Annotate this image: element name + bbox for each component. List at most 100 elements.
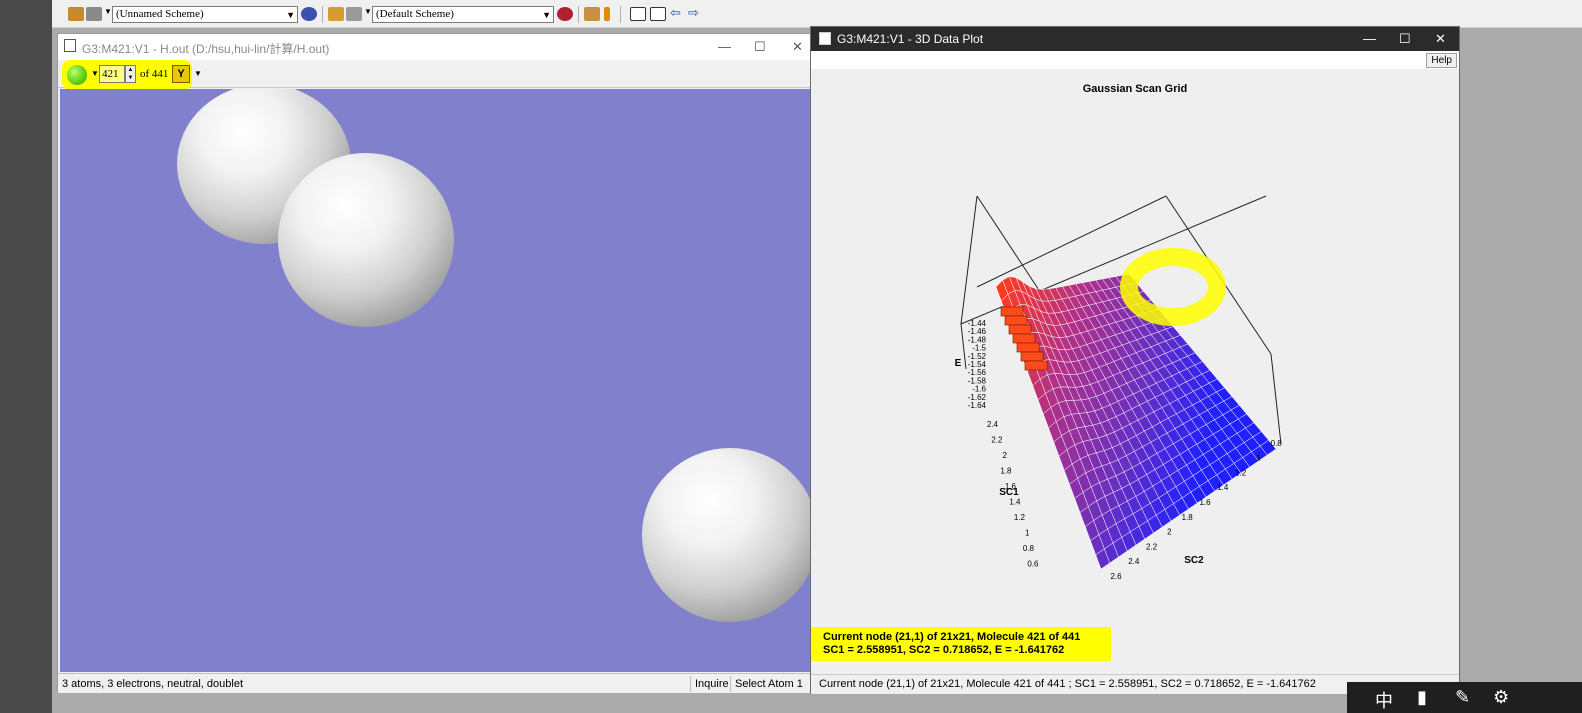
toolbar-divider	[578, 6, 579, 23]
pen-icon[interactable]: ✎	[1455, 687, 1470, 708]
sc1-tick-label: 1.2	[1014, 513, 1026, 522]
plot-box-edge	[960, 195, 978, 325]
maximize-icon[interactable]: ☐	[1399, 31, 1411, 47]
maximize-icon[interactable]: ☐	[754, 39, 766, 55]
chevron-down-icon[interactable]: ▼	[91, 69, 99, 78]
fragment-icon[interactable]	[86, 7, 102, 21]
main-toolbar: ▼ (Unnamed Scheme) ▼ ▼ (Default Scheme) …	[52, 0, 1582, 28]
sc2-tick-label: 1	[1256, 454, 1261, 463]
toolbar-divider	[322, 6, 323, 23]
sc1-tick-label: 0.6	[1027, 560, 1039, 569]
status-text: 3 atoms, 3 electrons, neutral, doublet	[62, 678, 243, 690]
status-select: Select Atom 1	[730, 676, 808, 692]
app-icon	[64, 39, 76, 52]
z-tick-label: -1.64	[968, 401, 987, 410]
highlight-marker	[1120, 248, 1226, 326]
surface-edge-block	[1020, 351, 1044, 362]
taskbar: 中 ▮ ✎ ⚙	[1347, 682, 1582, 713]
sc2-tick-label: 2.4	[1128, 557, 1140, 566]
sc2-tick-label: 1.6	[1199, 498, 1211, 507]
plot-area[interactable]: Gaussian Scan Grid -1.44 -1.46 -1.48 -1.5 -1…	[811, 69, 1459, 669]
molecule-window-titlebar: G3:M421:V1 - H.out (D:/hsu,hui-lin/計算/H.…	[58, 34, 811, 60]
cascade-windows-icon[interactable]	[630, 7, 646, 21]
sc1-tick-label: 1.4	[1009, 498, 1021, 507]
current-node-line2: SC1 = 2.558951, SC2 = 0.718652, E = -1.6…	[823, 644, 1065, 656]
color-ball-icon[interactable]	[67, 65, 87, 85]
info-icon[interactable]	[604, 7, 610, 21]
surface-plot[interactable]: -1.44-1.46-1.48-1.5-1.52-1.54-1.56-1.58-…	[811, 69, 1459, 629]
sc2-axis-label: SC2	[1184, 555, 1204, 566]
animation-icon[interactable]: Y	[172, 65, 190, 83]
window-title: G3:M421:V1 - 3D Data Plot	[837, 32, 984, 46]
chevron-down-icon: ▼	[542, 10, 551, 20]
app-icon	[819, 32, 831, 45]
surface-edge-block	[1000, 306, 1024, 317]
sc2-tick-label: 2.2	[1146, 542, 1158, 551]
plot-window: G3:M421:V1 - 3D Data Plot — ☐ ✕ Help Gau…	[810, 26, 1460, 694]
minimize-icon[interactable]: —	[1363, 31, 1376, 46]
sc1-tick-label: 2.2	[991, 436, 1003, 445]
z-axis-label: E	[955, 358, 962, 369]
sc2-tick-label: 2.6	[1110, 572, 1122, 581]
plot-box-edge	[1270, 353, 1282, 445]
surface-edge-block	[1016, 342, 1040, 353]
close-icon[interactable]: ✕	[792, 39, 803, 55]
plot-window-titlebar: G3:M421:V1 - 3D Data Plot — ☐ ✕	[811, 27, 1459, 51]
surface-edge-block	[1008, 324, 1032, 335]
sc1-tick-label: 1.8	[1000, 467, 1012, 476]
tool-icon[interactable]	[68, 7, 84, 21]
toolbar-divider	[620, 6, 621, 23]
arrow-right-icon[interactable]: ⇨	[688, 5, 699, 21]
arrow-left-icon[interactable]: ⇦	[670, 5, 681, 21]
atom-h3[interactable]	[642, 448, 811, 622]
sc1-tick-label: 2	[1003, 451, 1008, 460]
molecule-window: G3:M421:V1 - H.out (D:/hsu,hui-lin/計算/H.…	[57, 33, 812, 693]
scheme-edit-icon[interactable]	[301, 7, 317, 21]
sc1-tick-label: 0.8	[1023, 544, 1035, 553]
surface-edge-block	[1012, 333, 1036, 344]
surface-edge-block	[1004, 315, 1028, 326]
current-node-line1: Current node (21,1) of 21x21, Molecule 4…	[823, 631, 1081, 643]
surface-edge-block	[1024, 360, 1048, 371]
plot-box-edge	[960, 323, 967, 370]
chevron-down-icon[interactable]: ▼	[364, 7, 372, 16]
gear-icon[interactable]: ⚙	[1493, 687, 1509, 708]
scheme-select-2-value: (Default Scheme)	[376, 8, 454, 20]
window-title: G3:M421:V1 - H.out (D:/hsu,hui-lin/計算/H.…	[82, 42, 330, 56]
plot-menubar: Help	[811, 51, 1459, 69]
chevron-down-icon: ▼	[286, 10, 295, 20]
chevron-down-icon[interactable]: ▼	[104, 7, 112, 16]
tile-windows-icon[interactable]	[650, 7, 666, 21]
ime-indicator[interactable]: 中	[1375, 687, 1393, 713]
scheme-select-1[interactable]: (Unnamed Scheme) ▼	[112, 6, 298, 23]
text-icon[interactable]	[346, 7, 362, 21]
sc1-tick-label: 1	[1025, 529, 1030, 538]
minimize-icon[interactable]: —	[718, 39, 731, 54]
chevron-down-icon[interactable]: ▼	[194, 69, 202, 78]
molecule-toolbar: ▼ 421 ▲ ▼ of 441 Y ▼	[58, 60, 811, 90]
sc2-tick-label: 0.8	[1271, 439, 1283, 448]
molecule-viewport[interactable]	[60, 89, 811, 672]
frame-count: of 441	[140, 68, 169, 80]
atom-h2[interactable]	[278, 153, 454, 327]
sc2-tick-label: 2	[1167, 528, 1172, 537]
current-node-info: Current node (21,1) of 21x21, Molecule 4…	[811, 627, 1111, 661]
molecule-statusbar: 3 atoms, 3 electrons, neutral, doublet I…	[58, 673, 811, 693]
status-inquire: Inquire	[690, 676, 730, 692]
frame-number-input[interactable]: 421	[99, 65, 125, 83]
sc2-tick-label: 1.2	[1235, 468, 1247, 477]
sc2-tick-label: 1.4	[1217, 483, 1229, 492]
tablet-mode-icon[interactable]: ▮	[1417, 687, 1427, 708]
sc2-tick-label: 1.8	[1182, 513, 1194, 522]
sc1-axis-label: SC1	[999, 487, 1019, 498]
scheme-select-2[interactable]: (Default Scheme) ▼	[372, 6, 554, 23]
frame-stepper[interactable]: ▲ ▼	[125, 65, 136, 83]
scheme-select-1-value: (Unnamed Scheme)	[116, 8, 204, 20]
sc1-tick-label: 2.4	[987, 420, 999, 429]
surface-icon[interactable]	[328, 7, 344, 21]
help-button[interactable]: Help	[1426, 53, 1457, 68]
print-icon[interactable]	[584, 7, 600, 21]
close-icon[interactable]: ✕	[1435, 31, 1446, 47]
desktop-left-strip	[0, 0, 52, 713]
scheme-edit-icon[interactable]	[557, 7, 573, 21]
